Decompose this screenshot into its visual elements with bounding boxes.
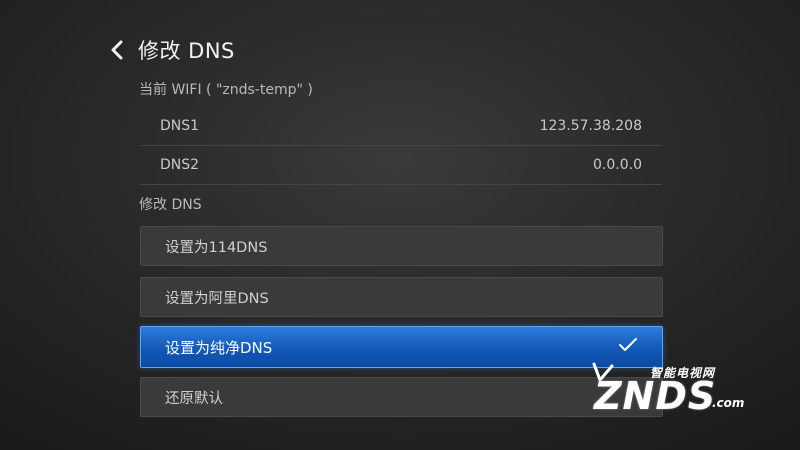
- dns1-value: 123.57.38.208: [539, 118, 642, 134]
- header: 修改 DNS: [110, 34, 235, 66]
- znds-watermark: 智能电视网 ZNDS .com: [588, 360, 788, 430]
- dns2-value: 0.0.0.0: [593, 157, 642, 173]
- dns2-name: DNS2: [160, 157, 200, 173]
- option-label: 设置为纯净DNS: [165, 338, 273, 357]
- modify-dns-label: 修改 DNS: [139, 197, 202, 213]
- check-icon: [619, 338, 637, 351]
- page-title: 修改 DNS: [138, 39, 235, 63]
- option-label: 还原默认: [165, 390, 223, 407]
- set-alidns-option[interactable]: 设置为阿里DNS: [140, 277, 663, 317]
- watermark-suffix: .com: [712, 396, 745, 410]
- dns1-name: DNS1: [160, 118, 200, 134]
- watermark-brand: ZNDS: [594, 374, 717, 418]
- set-114dns-option[interactable]: 设置为114DNS: [140, 226, 663, 266]
- restore-default-option[interactable]: 还原默认: [140, 377, 663, 417]
- current-wifi-label: 当前 WIFI ( "znds-temp" ): [139, 82, 313, 98]
- option-label: 设置为114DNS: [165, 239, 268, 256]
- dns1-row: DNS1 123.57.38.208: [140, 107, 662, 146]
- chevron-left-icon[interactable]: [110, 40, 124, 60]
- option-label: 设置为阿里DNS: [165, 290, 269, 307]
- dns2-row: DNS2 0.0.0.0: [140, 146, 662, 185]
- set-puredns-option[interactable]: 设置为纯净DNS: [140, 326, 663, 368]
